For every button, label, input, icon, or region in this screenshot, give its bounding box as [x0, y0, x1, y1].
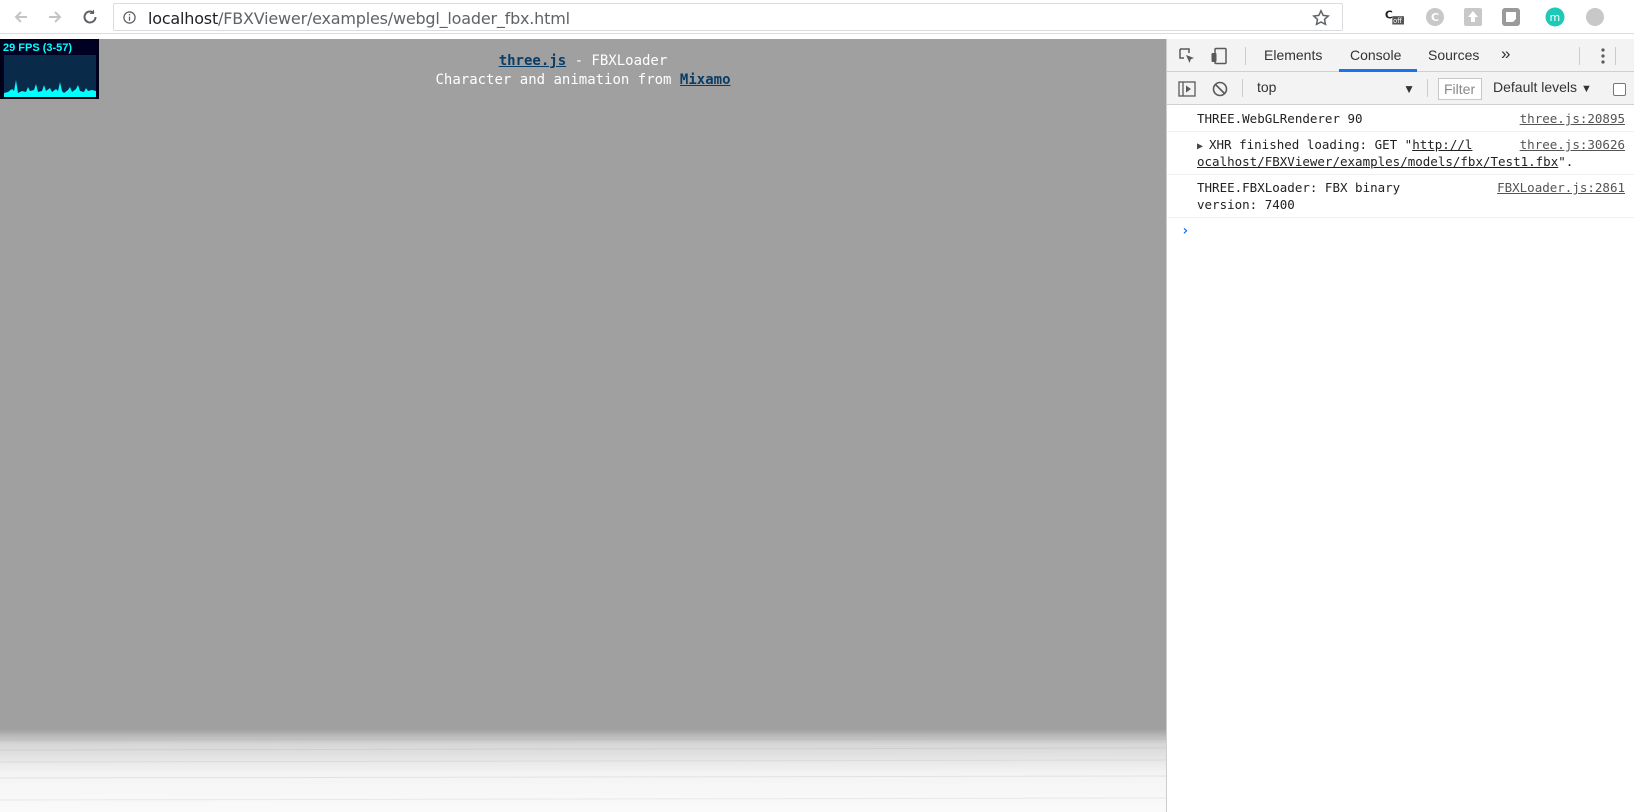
- threejs-link[interactable]: three.js: [499, 53, 566, 69]
- context-selector[interactable]: top ▼: [1257, 79, 1417, 99]
- message-source-link[interactable]: three.js:30626: [1519, 136, 1625, 153]
- filter-separator: [1242, 79, 1243, 97]
- xhr-url-link-cont[interactable]: ocalhost/FBXViewer/examples/models/fbx/T…: [1197, 154, 1558, 169]
- grey-extension-icon[interactable]: [1585, 7, 1605, 27]
- more-tabs-chevron-icon[interactable]: »: [1501, 44, 1510, 64]
- log-levels-dropdown[interactable]: Default levels ▼: [1493, 79, 1592, 95]
- page-viewport[interactable]: 29 FPS (3-57) three.js - FBXLoader Chara…: [0, 39, 1166, 812]
- tab-separator: [1245, 47, 1246, 65]
- device-toolbar-icon[interactable]: [1209, 46, 1229, 66]
- info-credit-prefix: Character and animation from: [435, 72, 680, 88]
- console-message: THREE.WebGLRenderer 90 three.js:20895: [1167, 106, 1634, 132]
- xhr-url-link[interactable]: http://l: [1412, 137, 1472, 152]
- console-message: THREE.FBXLoader: FBX binary version: 740…: [1167, 175, 1634, 218]
- bookmark-star-icon[interactable]: [1312, 9, 1330, 27]
- arrow-right-icon: [49, 11, 62, 23]
- tab-sources[interactable]: Sources: [1428, 47, 1479, 63]
- upload-extension-icon[interactable]: [1463, 7, 1483, 27]
- message-text-line2: version: 7400: [1197, 197, 1295, 212]
- console-filter-input[interactable]: Filter: [1438, 78, 1482, 100]
- expand-triangle-icon[interactable]: ▶: [1197, 138, 1203, 155]
- group-similar-checkbox[interactable]: [1613, 83, 1626, 96]
- message-source-link[interactable]: three.js:20895: [1519, 110, 1625, 127]
- xhr-suffix: ".: [1558, 154, 1574, 169]
- prompt-chevron-icon: ›: [1181, 223, 1190, 239]
- clear-console-icon[interactable]: [1210, 79, 1230, 99]
- console-prompt[interactable]: ›: [1167, 218, 1634, 244]
- forward-button[interactable]: [42, 4, 68, 30]
- log-levels-label: Default levels: [1493, 79, 1578, 95]
- c-extension-icon[interactable]: C: [1425, 7, 1445, 27]
- devtools-tab-bar: Elements Console Sources »: [1167, 39, 1634, 72]
- browser-toolbar: localhost/FBXViewer/examples/webgl_loade…: [0, 0, 1634, 34]
- dropdown-arrow-icon: ▼: [1403, 82, 1415, 96]
- info-title-line: three.js - FBXLoader: [0, 52, 1166, 71]
- mixamo-link[interactable]: Mixamo: [680, 72, 731, 88]
- tab-separator: [1615, 47, 1616, 65]
- console-message: ▶ XHR finished loading: GET "http://l oca…: [1167, 132, 1634, 175]
- svg-text:off: off: [1393, 17, 1402, 25]
- info-icon[interactable]: [123, 11, 136, 24]
- info-title-rest: - FBXLoader: [566, 53, 668, 69]
- filter-separator: [1427, 79, 1428, 97]
- tab-separator: [1579, 47, 1580, 65]
- back-button[interactable]: [8, 4, 34, 30]
- inspect-element-icon[interactable]: [1177, 46, 1197, 66]
- reload-button[interactable]: [77, 4, 103, 30]
- note-extension-icon[interactable]: [1501, 7, 1521, 27]
- address-bar[interactable]: localhost/FBXViewer/examples/webgl_loade…: [113, 3, 1343, 31]
- reload-icon: [83, 9, 97, 24]
- svg-text:C: C: [1431, 11, 1439, 24]
- xhr-prefix: XHR finished loading: GET ": [1209, 137, 1413, 152]
- dropdown-arrow-icon: ▼: [1581, 83, 1592, 95]
- ground-plane: [0, 738, 1166, 801]
- url-text: localhost/FBXViewer/examples/webgl_loade…: [148, 9, 570, 28]
- coins-off-icon[interactable]: Coff: [1384, 7, 1404, 27]
- tab-console[interactable]: Console: [1350, 47, 1401, 63]
- show-sidebar-icon[interactable]: [1177, 79, 1197, 99]
- tab-elements[interactable]: Elements: [1264, 47, 1322, 63]
- url-path: /FBXViewer/examples/webgl_loader_fbx.htm…: [218, 9, 570, 28]
- kebab-menu-icon[interactable]: [1593, 46, 1613, 66]
- arrow-left-icon: [14, 11, 27, 23]
- url-host: localhost: [148, 9, 219, 28]
- m-extension-icon[interactable]: m: [1545, 7, 1565, 27]
- console-messages: THREE.WebGLRenderer 90 three.js:20895 ▶ …: [1167, 106, 1634, 244]
- context-value: top: [1257, 79, 1277, 95]
- message-source-link[interactable]: FBXLoader.js:2861: [1497, 179, 1625, 196]
- console-filter-bar: top ▼ Filter Default levels ▼: [1167, 72, 1634, 105]
- info-overlay: three.js - FBXLoader Character and anima…: [0, 52, 1166, 90]
- svg-text:m: m: [1550, 11, 1561, 24]
- info-credit-line: Character and animation from Mixamo: [0, 71, 1166, 90]
- devtools-panel: Elements Console Sources » top ▼ Filter …: [1166, 39, 1634, 812]
- svg-text:C: C: [1385, 9, 1393, 22]
